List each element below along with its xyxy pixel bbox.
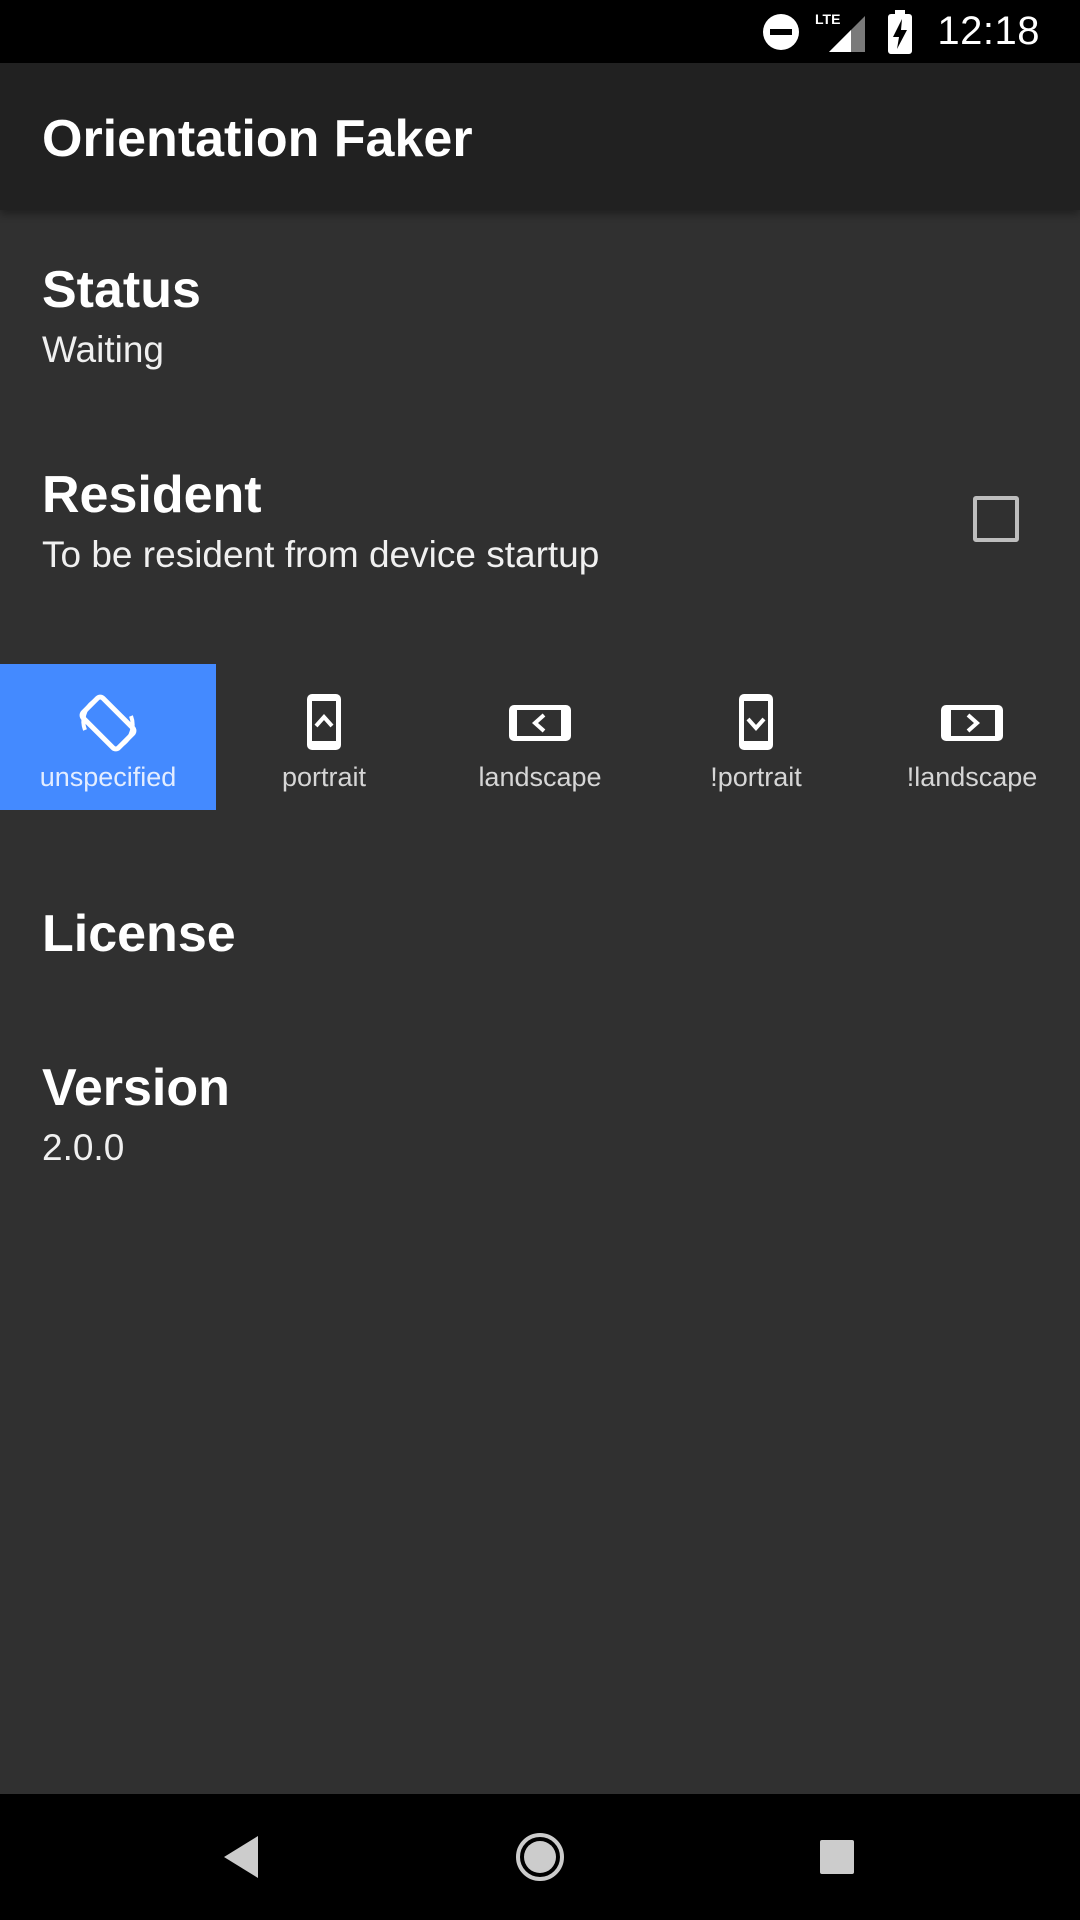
resident-preference[interactable]: Resident To be resident from device star…	[0, 415, 1080, 664]
back-icon[interactable]	[206, 1822, 276, 1892]
status-time: 12:18	[937, 9, 1040, 53]
status-preference: Status Waiting	[0, 210, 1080, 415]
resident-title: Resident	[42, 466, 262, 524]
status-icons: LTE 12:18	[761, 0, 1040, 63]
screen-rotation-icon	[79, 694, 137, 752]
orientation-label: !portrait	[710, 762, 802, 792]
version-title: Version	[42, 1059, 230, 1117]
status-title: Status	[42, 261, 201, 319]
orientation-selector: unspecified portrait landscape !portrait	[0, 664, 1080, 810]
home-icon[interactable]	[505, 1822, 575, 1892]
status-bar: LTE 12:18	[0, 0, 1080, 63]
resident-checkbox[interactable]	[973, 496, 1019, 542]
battery-charging-icon	[888, 9, 913, 54]
orientation-unspecified-button[interactable]: unspecified	[0, 664, 216, 810]
version-preference: Version 2.0.0	[0, 1024, 1080, 1204]
license-title: License	[42, 905, 236, 963]
license-preference[interactable]: License	[0, 870, 1080, 1010]
orientation-landscape-button[interactable]: landscape	[432, 664, 648, 810]
do-not-disturb-icon	[763, 13, 800, 50]
landscape-phone-icon	[509, 705, 571, 741]
navigation-bar	[0, 1794, 1080, 1920]
orientation-reverse-landscape-button[interactable]: !landscape	[864, 664, 1080, 810]
orientation-label: unspecified	[39, 762, 177, 792]
app-title: Orientation Faker	[42, 110, 473, 168]
orientation-label: !landscape	[906, 762, 1038, 792]
status-summary: Waiting	[42, 329, 165, 370]
reverse-portrait-phone-icon	[739, 694, 773, 750]
signal-icon: LTE	[815, 11, 866, 52]
recents-icon[interactable]	[802, 1822, 872, 1892]
portrait-phone-icon	[307, 694, 341, 750]
network-type-label: LTE	[815, 11, 840, 27]
resident-summary: To be resident from device startup	[42, 534, 600, 575]
orientation-label: portrait	[281, 762, 367, 792]
version-summary: 2.0.0	[42, 1127, 125, 1168]
orientation-reverse-portrait-button[interactable]: !portrait	[648, 664, 864, 810]
app-bar: Orientation Faker	[0, 63, 1080, 210]
reverse-landscape-phone-icon	[941, 705, 1003, 741]
orientation-label: landscape	[478, 762, 602, 792]
orientation-portrait-button[interactable]: portrait	[216, 664, 432, 810]
